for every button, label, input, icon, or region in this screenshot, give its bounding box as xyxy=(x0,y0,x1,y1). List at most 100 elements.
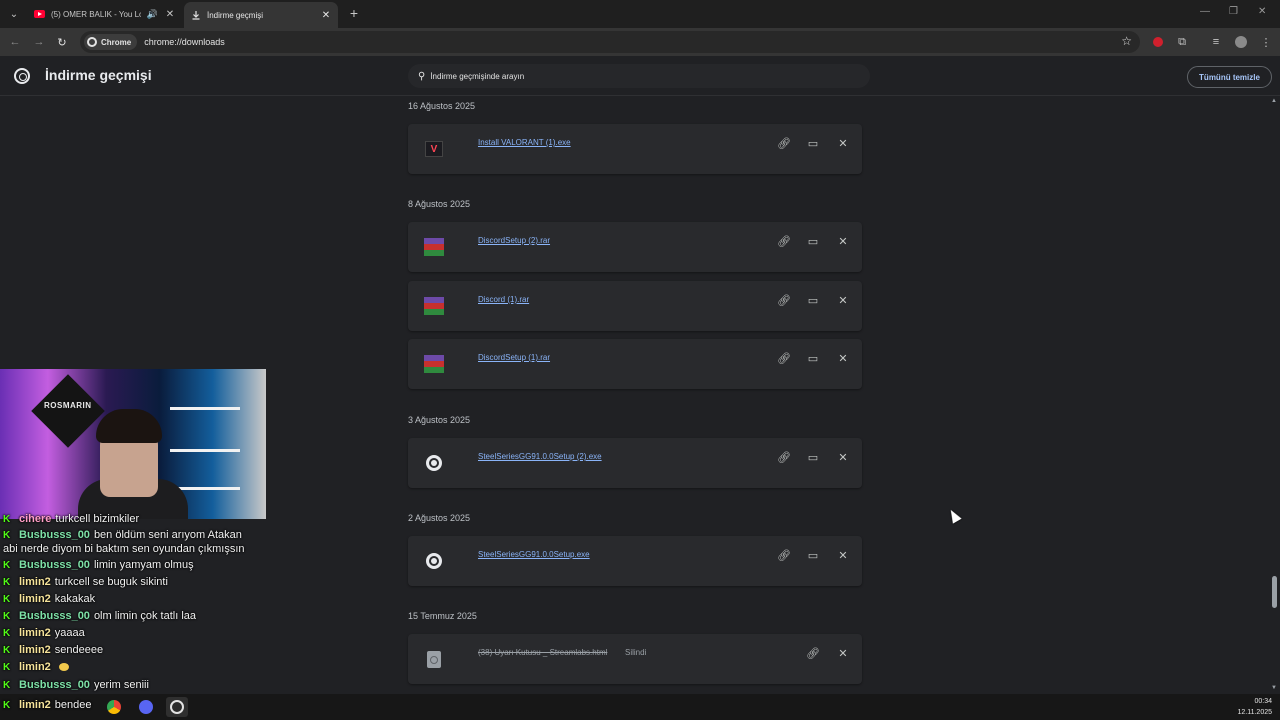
remove-icon[interactable]: ✕ xyxy=(835,233,851,249)
close-tab-icon[interactable]: ✕ xyxy=(164,9,176,20)
file-link[interactable]: Discord (1).rar xyxy=(478,295,529,304)
taskbar: Klimin2 bendee 00:34 12.11.2025 xyxy=(0,694,1280,720)
profile-avatar[interactable] xyxy=(1233,34,1249,50)
scroll-down-icon[interactable]: ▼ xyxy=(1271,685,1277,691)
kick-badge-icon: K xyxy=(3,514,11,525)
restore-icon[interactable]: ❐ xyxy=(1229,6,1238,17)
system-clock[interactable]: 00:34 12.11.2025 xyxy=(1237,696,1272,718)
forward-icon[interactable]: → xyxy=(30,33,48,51)
valorant-icon: V xyxy=(424,139,444,159)
search-icon: ⚲ xyxy=(418,70,426,82)
taskbar-obs-icon[interactable] xyxy=(166,697,188,717)
file-link[interactable]: Install VALORANT (1).exe xyxy=(478,138,571,147)
chat-text: turkcell se buguk sikinti xyxy=(54,576,168,588)
chat-username: Busbusss_00 xyxy=(19,559,90,571)
copy-link-icon[interactable]: 🔗︎ xyxy=(776,233,792,249)
show-in-folder-icon[interactable]: ▭ xyxy=(805,350,821,366)
new-tab-button[interactable]: + xyxy=(345,4,363,22)
winrar-icon xyxy=(424,296,444,316)
show-in-folder-icon[interactable]: ▭ xyxy=(805,547,821,563)
show-in-folder-icon[interactable]: ▭ xyxy=(805,449,821,465)
extensions-puzzle-icon[interactable]: ⧉ xyxy=(1174,34,1190,50)
clear-all-button[interactable]: Tümünü temizle xyxy=(1187,66,1272,88)
chat-username: limin2 xyxy=(19,593,51,605)
chat-text: yaaaa xyxy=(54,627,85,639)
chat-text: yerim seniii xyxy=(93,679,149,691)
chat-username: Busbusss_00 xyxy=(19,610,90,622)
show-in-folder-icon[interactable]: ▭ xyxy=(805,292,821,308)
tab-youtube[interactable]: (5) OMER BALIK - You Lost 🔊 ✕ xyxy=(28,3,182,25)
copy-link-icon[interactable]: 🔗︎ xyxy=(776,350,792,366)
download-item: (38) Uyarı Kutusu _ Streamlabs.html Sili… xyxy=(408,634,862,684)
file-link[interactable]: SteelSeriesGG91.0.0Setup (2).exe xyxy=(478,452,602,461)
chat-message: Klimin2 yaaaa xyxy=(3,627,85,639)
remove-icon[interactable]: ✕ xyxy=(835,449,851,465)
shelf xyxy=(170,407,240,410)
copy-link-icon[interactable]: 🔗︎ xyxy=(776,292,792,308)
chat-message: Klimin2 xyxy=(3,661,69,673)
media-controls-icon[interactable]: ≡ xyxy=(1208,34,1224,50)
remove-icon[interactable]: ✕ xyxy=(835,547,851,563)
address-bar[interactable]: Chrome chrome://downloads ☆ xyxy=(80,31,1140,53)
menu-kebab-icon[interactable]: ⋮ xyxy=(1258,34,1274,50)
kick-badge-icon: K xyxy=(3,662,11,673)
search-input[interactable] xyxy=(430,71,831,81)
chat-username: cihere xyxy=(19,513,52,525)
kick-badge-icon: K xyxy=(3,594,11,605)
search-box[interactable]: ⚲ xyxy=(408,64,870,88)
tab-search-button[interactable]: ⌄ xyxy=(4,4,24,24)
steelseries-icon xyxy=(424,453,444,473)
scrollbar-thumb[interactable] xyxy=(1272,576,1277,608)
date-header: 2 Ağustos 2025 xyxy=(408,513,471,523)
tab-downloads[interactable]: İndirme geçmişi ✕ xyxy=(184,2,338,28)
file-link[interactable]: DiscordSetup (2).rar xyxy=(478,236,550,245)
close-window-icon[interactable]: ✕ xyxy=(1258,6,1266,17)
reload-icon[interactable]: ↻ xyxy=(53,33,71,51)
close-tab-icon[interactable]: ✕ xyxy=(320,10,332,21)
date-header: 3 Ağustos 2025 xyxy=(408,415,471,425)
file-name-removed: (38) Uyarı Kutusu _ Streamlabs.html xyxy=(478,648,608,657)
chat-message: K Busbusss_00 olm limin çok tatlı laa xyxy=(3,610,196,622)
back-icon[interactable]: ← xyxy=(6,33,24,51)
tab-title: (5) OMER BALIK - You Lost xyxy=(51,9,141,19)
chat-message: K Busbusss_00 ben öldüm seni arıyom Atakan xyxy=(3,529,242,541)
show-in-folder-icon[interactable]: ▭ xyxy=(805,233,821,249)
copy-link-icon[interactable]: 🔗︎ xyxy=(776,547,792,563)
bookmark-star-icon[interactable]: ☆ xyxy=(1121,34,1132,48)
download-item: DiscordSetup (1).rar 🔗︎ ▭ ✕ xyxy=(408,339,862,389)
kick-badge-icon: K xyxy=(3,680,11,691)
scrollbar[interactable]: ▲ ▼ xyxy=(1270,96,1280,694)
copy-link-icon[interactable]: 🔗︎ xyxy=(776,135,792,151)
speaker-icon[interactable]: 🔊 xyxy=(147,9,158,20)
download-item: DiscordSetup (2).rar 🔗︎ ▭ ✕ xyxy=(408,222,862,272)
show-in-folder-icon[interactable]: ▭ xyxy=(805,135,821,151)
extension-red-icon[interactable] xyxy=(1150,34,1166,50)
kick-badge-icon: K xyxy=(3,700,11,711)
copy-link-icon[interactable]: 🔗︎ xyxy=(776,449,792,465)
chat-message: Klimin2 turkcell se buguk sikinti xyxy=(3,576,168,588)
taskbar-discord-icon[interactable] xyxy=(135,697,157,717)
remove-icon[interactable]: ✕ xyxy=(835,135,851,151)
download-icon xyxy=(190,10,201,21)
scroll-up-icon[interactable]: ▲ xyxy=(1271,98,1277,104)
file-link[interactable]: DiscordSetup (1).rar xyxy=(478,353,550,362)
chat-message: Klimin2 bendee xyxy=(3,699,92,711)
remove-icon[interactable]: ✕ xyxy=(835,350,851,366)
copy-link-icon[interactable]: 🔗︎ xyxy=(805,645,821,661)
site-info-chip[interactable]: Chrome xyxy=(84,34,138,50)
chrome-logo-icon xyxy=(14,68,30,84)
tab-title: İndirme geçmişi xyxy=(207,10,264,20)
taskbar-chrome-icon[interactable] xyxy=(103,697,125,717)
chat-message-continued: abi nerde diyom bi baktım sen oyundan çı… xyxy=(3,543,245,555)
remove-icon[interactable]: ✕ xyxy=(835,292,851,308)
file-link[interactable]: SteelSeriesGG91.0.0Setup.exe xyxy=(478,550,590,559)
url-text[interactable]: chrome://downloads xyxy=(144,37,225,47)
chat-username: Busbusss_00 xyxy=(19,679,90,691)
remove-icon[interactable]: ✕ xyxy=(835,645,851,661)
html-file-icon xyxy=(424,649,444,669)
minimize-icon[interactable]: — xyxy=(1200,6,1210,17)
shelf xyxy=(170,449,240,452)
chat-text: bendee xyxy=(54,699,92,711)
chat-text: abi nerde diyom bi baktım sen oyundan çı… xyxy=(3,543,245,555)
chrome-icon xyxy=(87,37,97,47)
